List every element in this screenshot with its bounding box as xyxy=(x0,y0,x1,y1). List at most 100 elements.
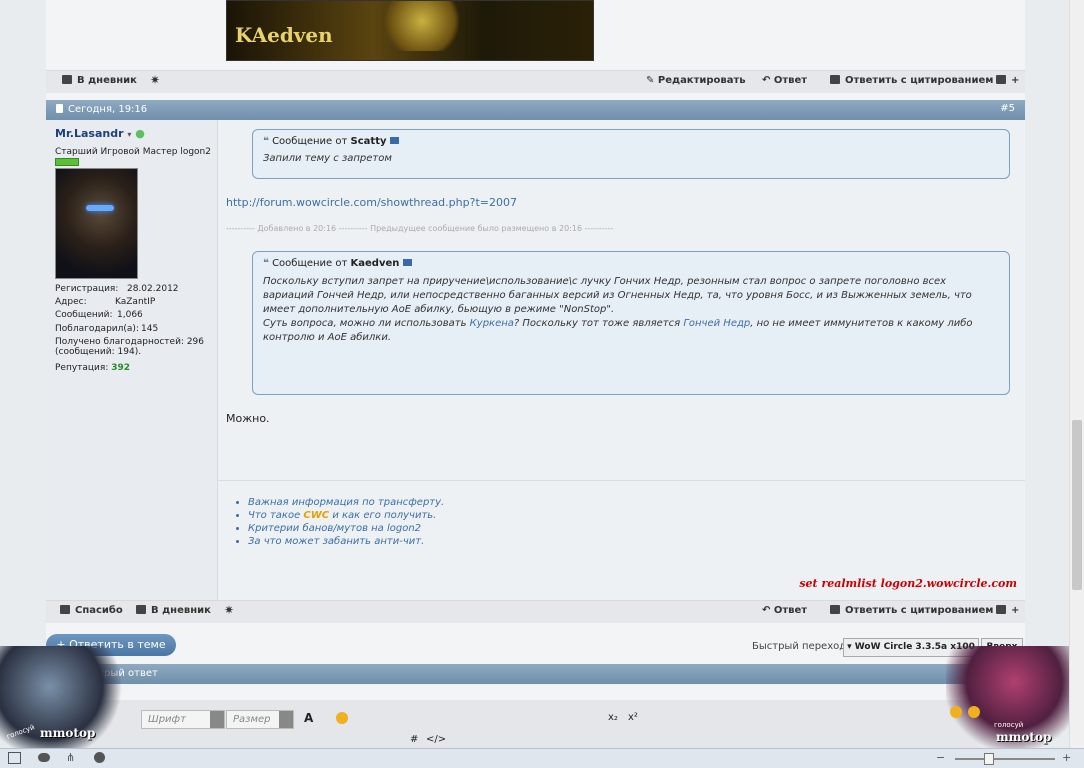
mmotop-logo: mmotop xyxy=(996,730,1052,744)
rep-label: Репутация: xyxy=(55,363,109,373)
reply-quote-button[interactable]: Ответить с цитированием xyxy=(830,75,993,86)
post-actions-top: В дневник ✷ ✎ Редактировать ↶ Ответ Отве… xyxy=(46,70,1025,93)
smiley-icon[interactable] xyxy=(336,712,348,724)
hash-icon[interactable]: # xyxy=(410,734,418,745)
speed-icon[interactable] xyxy=(94,752,105,763)
zoom-slider[interactable] xyxy=(955,758,1055,760)
diary-button[interactable]: В дневник xyxy=(62,75,137,86)
answer-text: Можно. xyxy=(226,412,270,425)
sig-link-bans[interactable]: Критерии банов/мутов на logon2 xyxy=(248,522,444,535)
hound-link[interactable]: Гончей Недр xyxy=(683,318,750,329)
chevron-down-icon[interactable]: ▾ xyxy=(127,130,131,139)
smiley-icon xyxy=(950,706,962,718)
thanks-button[interactable]: Спасибо xyxy=(60,605,123,616)
text-color-icon[interactable]: A xyxy=(304,711,313,725)
thanks-icon xyxy=(60,605,70,614)
reply-quote-button[interactable]: Ответить с цитированием xyxy=(830,605,993,616)
rep-row: Репутация: 392 xyxy=(55,363,130,373)
quote-author: Scatty xyxy=(350,136,387,147)
quote-kaedven: ❝ Сообщение от Kaedven Поскольку вступил… xyxy=(252,251,1010,395)
kurken-link[interactable]: Куркена xyxy=(470,318,514,329)
thanks-label: Спасибо xyxy=(75,605,123,616)
username[interactable]: Mr.Lasandr ▾ ● xyxy=(55,127,145,140)
scrollbar-thumb[interactable] xyxy=(1072,420,1082,590)
diary-icon xyxy=(136,605,146,614)
user-title: Старший Игровой Мастер logon2 xyxy=(55,147,211,157)
sig-link-cwc[interactable]: Что такое CWC и как его получить. xyxy=(248,509,444,522)
rep-value: 392 xyxy=(111,363,131,373)
editor-toolbar: Шрифт Размер A x₂ x² # </> xyxy=(46,700,1025,748)
size-select[interactable]: Размер xyxy=(226,710,294,729)
reply-label: Ответ xyxy=(773,75,808,86)
superscript-icon[interactable]: x² xyxy=(628,712,638,723)
sig-link-transfer[interactable]: Важная информация по трансферту. xyxy=(248,496,444,509)
post-date-text: Сегодня, 19:16 xyxy=(68,104,148,115)
thread-link[interactable]: http://forum.wowcircle.com/showthread.ph… xyxy=(226,196,517,209)
page-icon[interactable] xyxy=(8,752,21,764)
view-post-icon[interactable] xyxy=(389,137,399,144)
cloud-icon[interactable] xyxy=(38,753,50,762)
zoom-out-icon[interactable]: − xyxy=(936,751,945,764)
signature-divider xyxy=(218,480,1025,481)
view-post-icon[interactable] xyxy=(402,259,412,266)
quote-paragraph-2: Суть вопроса, можно ли использовать Курк… xyxy=(263,317,999,345)
mmotop-banner-right[interactable]: голосуй mmotop xyxy=(946,646,1070,748)
post-date: Сегодня, 19:16 xyxy=(56,104,147,115)
reg-value: 28.02.2012 xyxy=(126,284,179,294)
mmotop-logo: mmotop xyxy=(40,726,96,740)
reply-button[interactable]: ↶ Ответ xyxy=(762,605,807,616)
quote-icon: ❝ xyxy=(263,258,269,269)
scrollbar[interactable] xyxy=(1069,0,1084,748)
quote-header: ❝ Сообщение от Scatty xyxy=(263,136,999,147)
multiquote-button[interactable]: + xyxy=(996,605,1019,616)
received-thanks: Получено благодарностей: 296 (сообщений:… xyxy=(55,337,205,357)
share-icon[interactable]: ⋔ xyxy=(66,751,75,764)
msgs-row: Сообщений: 1,066 xyxy=(55,310,205,320)
quote-icon xyxy=(830,75,840,84)
sig-link-text: Важная информация по трансферту. xyxy=(248,497,445,508)
code-icon[interactable]: </> xyxy=(426,734,446,745)
chevron-down-icon xyxy=(210,711,224,728)
mmotop-banner-left[interactable]: голосуй mmotop xyxy=(0,646,124,748)
quote-icon xyxy=(830,605,840,614)
merge-note: ---------- Добавлено в 20:16 ---------- … xyxy=(226,224,614,233)
quote-text: Запили тему с запретом xyxy=(263,153,392,164)
addr-row: Адрес: KaZantIP xyxy=(55,297,155,307)
post-number[interactable]: #5 xyxy=(1000,103,1015,114)
signature-banner: KAedven xyxy=(226,0,594,61)
msgs-label: Сообщений: xyxy=(55,310,113,320)
multiquote-button[interactable]: + xyxy=(996,75,1019,86)
multiquote-icon xyxy=(996,75,1006,84)
subscript-icon[interactable]: x₂ xyxy=(608,712,618,723)
font-select-label: Шрифт xyxy=(148,714,186,725)
avatar[interactable] xyxy=(55,168,138,279)
browser-status-bar: ⋔ − + xyxy=(0,748,1084,768)
star-icon[interactable]: ✷ xyxy=(224,603,234,617)
zoom-slider-handle[interactable] xyxy=(984,753,994,765)
zoom-in-icon[interactable]: + xyxy=(1062,751,1071,764)
username-text: Mr.Lasandr xyxy=(55,127,124,140)
quote-text-b: ? Поскольку тот тоже является xyxy=(513,318,684,329)
star-icon[interactable]: ✷ xyxy=(150,73,160,87)
diary-button[interactable]: В дневник xyxy=(136,605,211,616)
chevron-down-icon xyxy=(279,711,293,728)
post-icon xyxy=(56,104,63,113)
banner-text: KAedven xyxy=(235,23,333,47)
sig-link-anticheat[interactable]: За что может забанить анти-чит. xyxy=(248,535,444,548)
thanked-value: 145 xyxy=(141,324,159,334)
font-select[interactable]: Шрифт xyxy=(141,710,225,729)
diary-label: В дневник xyxy=(151,605,211,616)
quote-header: ❝ Сообщение от Kaedven xyxy=(263,258,999,269)
reply-quote-label: Ответить с цитированием xyxy=(845,605,994,616)
reply-button[interactable]: ↶ Ответ xyxy=(762,75,807,86)
quote-prefix: Сообщение от xyxy=(272,136,348,147)
page: KAedven В дневник ✷ ✎ Редактировать ↶ От… xyxy=(46,0,1025,767)
post-body: ❝ Сообщение от Scatty Запили тему с запр… xyxy=(218,120,1025,600)
sig-link-text: За что может забанить анти-чит. xyxy=(248,536,425,547)
diary-label: В дневник xyxy=(77,75,137,86)
edit-button[interactable]: ✎ Редактировать xyxy=(646,75,746,86)
vote-text: голосуй xyxy=(5,723,36,741)
sig-link-text: Что такое xyxy=(248,510,304,521)
realmlist-text: set realmlist logon2.wowcircle.com xyxy=(799,577,1017,590)
msgs-value: 1,066 xyxy=(117,310,143,320)
